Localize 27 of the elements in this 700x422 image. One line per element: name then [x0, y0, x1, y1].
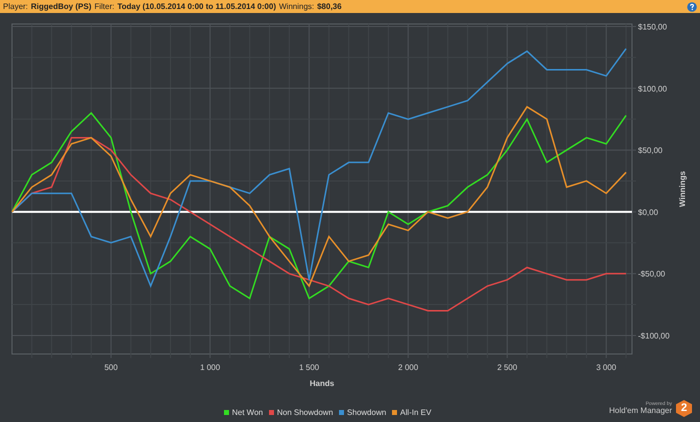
x-tick-label: 1 500 — [299, 363, 320, 372]
x-tick-label: 2 000 — [398, 363, 418, 372]
y-tick-label: -$100,00 — [638, 331, 670, 340]
header-label: Winnings: — [278, 2, 314, 10]
player-name: RiggedBoy (PS) — [30, 2, 92, 10]
help-icon[interactable] — [687, 2, 697, 12]
x-tick-label: 2 500 — [497, 363, 518, 372]
x-tick-label: 500 — [104, 363, 118, 372]
product-name: Hold'em Manager — [609, 407, 672, 415]
filter-value: Today (10.05.2014 0:00 to 11.05.2014 0:00) — [117, 2, 276, 10]
y-tick-label: -$50,00 — [638, 270, 666, 279]
x-tick-label: 3 000 — [596, 363, 616, 372]
legend-label[interactable]: All-In EV — [400, 406, 432, 418]
y-axis-title: Winnings — [678, 171, 687, 207]
y-tick-label: $50,00 — [638, 146, 662, 156]
logo-mark: 2 — [676, 400, 692, 417]
legend-label[interactable]: Net Won — [232, 406, 263, 418]
y-tick-label: $100,00 — [638, 84, 667, 94]
y-tick-label: $0,00 — [638, 208, 658, 217]
header-label: Filter: — [94, 2, 114, 10]
x-tick-label: 1 000 — [200, 363, 220, 372]
x-axis-title: Hands — [310, 379, 334, 388]
legend-label[interactable]: Non Showdown — [276, 406, 334, 418]
winnings-value: $80,36 — [317, 2, 342, 10]
legend-label[interactable]: Showdown — [347, 406, 386, 418]
header-label: Player: — [3, 2, 28, 10]
y-tick-label: $150,00 — [638, 22, 667, 32]
